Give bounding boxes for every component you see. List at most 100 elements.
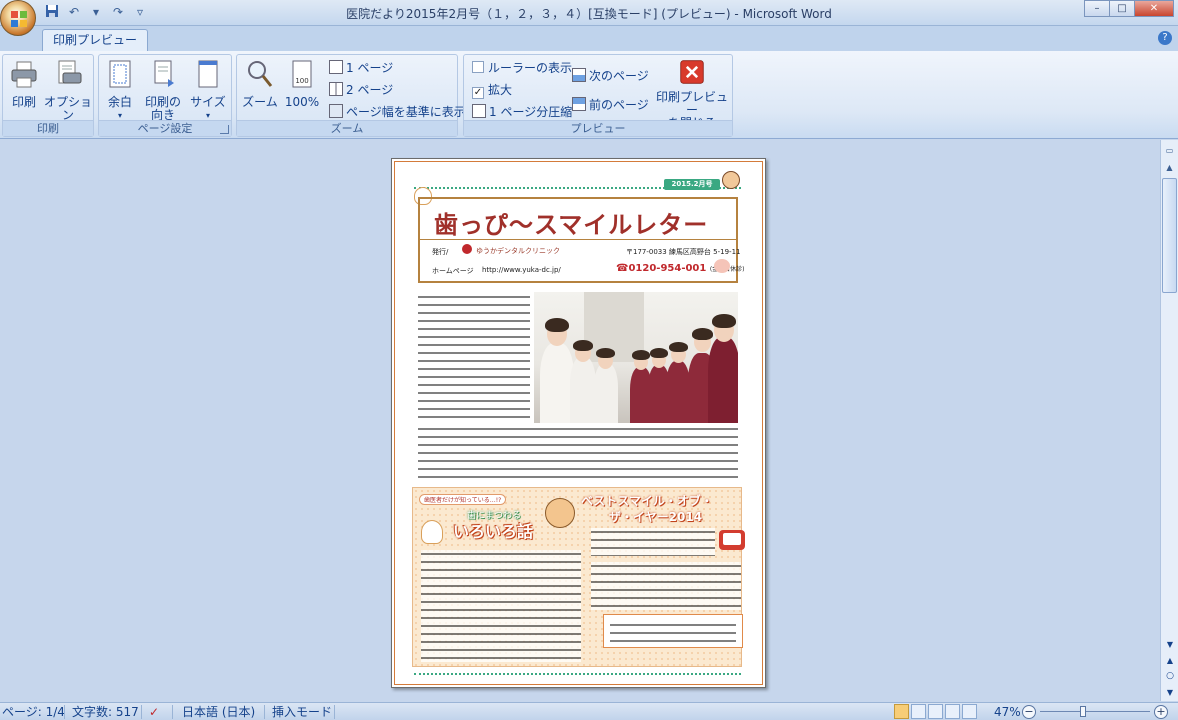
shrink-page-icon — [472, 104, 486, 118]
page-100-icon: 100 — [292, 60, 312, 88]
document-page-preview[interactable]: 2015.2月号 歯っぴ～スマイルレター 発行/ ゆうかデンタルクリニック 〒1… — [391, 158, 766, 688]
zoom-slider-knob[interactable] — [1080, 706, 1086, 717]
office-logo-icon — [11, 11, 27, 27]
feature-title-2: ザ・イヤー2014 — [609, 510, 703, 524]
close-window-button[interactable]: ✕ — [1134, 0, 1174, 17]
ruler-check-box[interactable] — [472, 61, 484, 73]
close-preview-icon — [680, 60, 704, 84]
zoom-in-button[interactable]: + — [1154, 705, 1168, 719]
magnifier-check-box[interactable]: ✓ — [472, 87, 484, 99]
size-label: サイズ — [190, 95, 226, 109]
staff-hair — [669, 342, 688, 352]
staff-photo — [534, 292, 738, 423]
staff-hair — [573, 340, 593, 351]
magnifier-label: 拡大 — [488, 83, 513, 97]
next-page-icon — [572, 68, 586, 82]
homepage-url: http://www.yuka-dc.jp/ — [482, 266, 561, 274]
group-zoom: ズーム 100 100% 1 ページ 2 ページ ページ幅を基準に表示 ズーム — [236, 54, 466, 137]
staff-hair — [650, 348, 668, 358]
insert-mode-indicator[interactable]: 挿入モード — [272, 704, 332, 720]
scroll-up-arrow[interactable]: ▲ — [1162, 160, 1178, 176]
cartoon-face-icon — [545, 498, 575, 528]
prev-page-button[interactable]: 前のページ — [572, 96, 649, 114]
options-button[interactable]: オプション — [43, 59, 93, 122]
group-label-page-setup: ページ設定 — [99, 120, 231, 136]
feature-heading-2: いろいろ話 — [453, 522, 534, 541]
maximize-button[interactable]: □ — [1109, 0, 1135, 17]
group-label-print: 印刷 — [3, 120, 93, 136]
masthead: 歯っぴ～スマイルレター 発行/ ゆうかデンタルクリニック 〒177-0033 練… — [418, 197, 745, 283]
proofing-icon[interactable]: ✓ — [149, 704, 159, 720]
group-page-setup: 余白 ▾ 印刷の 向き サイズ ▾ ページ設定 — [98, 54, 232, 137]
staff-hair — [692, 328, 713, 340]
zoom-100-label: 100% — [284, 95, 320, 109]
divider — [420, 239, 736, 240]
print-layout-view-icon[interactable] — [894, 704, 909, 719]
staff-member — [708, 337, 738, 423]
ruler-toggle-icon[interactable]: ▭ — [1162, 143, 1178, 159]
page-counter[interactable]: ページ: 1/4 — [2, 704, 65, 720]
magnifier-checkbox[interactable]: ✓ 拡大 — [472, 81, 512, 99]
zoom-slider-track[interactable] — [1040, 711, 1150, 712]
show-ruler-checkbox[interactable]: ルーラーの表示 — [472, 59, 572, 77]
shrink-one-page-label: 1 ページ分圧縮 — [489, 105, 573, 119]
minimize-button[interactable]: – — [1084, 0, 1110, 17]
window-controls: – □ ✕ — [1084, 0, 1174, 17]
zoom-slider[interactable]: − + — [1022, 705, 1172, 719]
zoom-level[interactable]: 47% — [994, 704, 1021, 720]
group-label-preview: プレビュー — [464, 120, 732, 136]
clinic-name: ゆうかデンタルクリニック — [476, 247, 560, 255]
margins-label: 余白 — [107, 95, 132, 109]
shrink-one-page-button[interactable]: 1 ページ分圧縮 — [472, 103, 572, 121]
one-page-label: 1 ページ — [346, 61, 394, 75]
dialog-launcher-icon[interactable] — [220, 125, 229, 134]
one-page-icon — [329, 60, 343, 74]
zoom-button[interactable]: ズーム — [241, 59, 279, 109]
web-layout-view-icon[interactable] — [928, 704, 943, 719]
help-icon[interactable]: ? — [1158, 31, 1172, 45]
group-print: 印刷 オプション 印刷 — [2, 54, 94, 137]
staff-hair — [545, 318, 569, 332]
scrollbar-thumb[interactable] — [1162, 178, 1177, 293]
margins-button[interactable]: 余白 ▾ — [103, 59, 137, 122]
word-count[interactable]: 文字数: 517 — [72, 704, 139, 720]
tab-print-preview[interactable]: 印刷プレビュー — [42, 29, 149, 51]
staff-member — [540, 343, 574, 423]
ribbon-tab-row: 印刷プレビュー ? — [0, 26, 1178, 51]
divider — [172, 705, 173, 719]
two-pages-button[interactable]: 2 ページ — [329, 81, 393, 99]
vertical-scrollbar[interactable]: ▭ ▲ ▼ ▲ ○ ▼ — [1160, 140, 1178, 701]
browse-object-icon[interactable]: ○ — [1162, 671, 1178, 681]
television-icon — [719, 530, 745, 550]
zoom-100-button[interactable]: 100 100% — [283, 59, 321, 109]
orientation-button[interactable]: 印刷の 向き — [141, 59, 185, 122]
draft-view-icon[interactable] — [962, 704, 977, 719]
language-indicator[interactable]: 日本語 (日本) — [182, 704, 255, 720]
callout-text — [610, 621, 736, 643]
two-pages-label: 2 ページ — [346, 83, 394, 97]
scroll-down-arrow[interactable]: ▼ — [1162, 640, 1178, 649]
page-width-button[interactable]: ページ幅を基準に表示 — [329, 103, 466, 121]
divider — [414, 673, 741, 675]
office-button[interactable] — [0, 0, 36, 36]
print-options-icon — [58, 60, 82, 84]
feature-text — [421, 550, 581, 662]
ribbon: 印刷 オプション 印刷 余白 ▾ 印刷の 向き サイズ ▾ ページ設定 ズーム … — [0, 51, 1178, 139]
view-buttons — [894, 704, 977, 719]
print-button[interactable]: 印刷 — [7, 59, 41, 109]
two-pages-icon — [329, 82, 343, 96]
full-screen-reading-view-icon[interactable] — [911, 704, 926, 719]
newsletter-title: 歯っぴ～スマイルレター — [434, 211, 709, 239]
next-page-button[interactable]: 次のページ — [572, 67, 649, 85]
zoom-out-button[interactable]: − — [1022, 705, 1036, 719]
size-button[interactable]: サイズ ▾ — [189, 59, 227, 122]
show-ruler-label: ルーラーの表示 — [488, 61, 573, 75]
title-bar: ↶ ▾ ↷ ▿ 医院だより2015年2月号（１，２，３，４）[互換モード] (プ… — [0, 0, 1178, 36]
one-page-button[interactable]: 1 ページ — [329, 59, 393, 77]
staff-member — [570, 357, 596, 423]
next-page-icon[interactable]: ▼ — [1162, 688, 1178, 697]
date-badge: 2015.2月号 — [664, 179, 720, 190]
outline-view-icon[interactable] — [945, 704, 960, 719]
prev-page-icon[interactable]: ▲ — [1162, 656, 1178, 665]
cartoon-icon — [722, 171, 740, 189]
